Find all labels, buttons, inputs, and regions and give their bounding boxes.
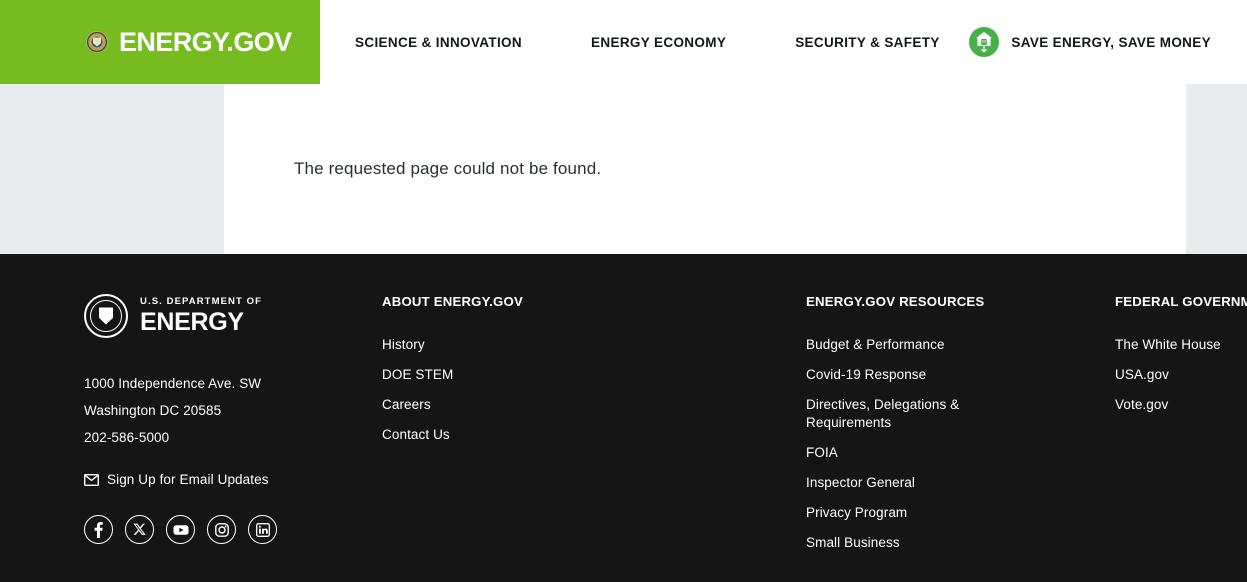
x-twitter-icon[interactable] — [125, 515, 154, 544]
envelope-icon — [84, 474, 99, 486]
footer-link-privacy-program[interactable]: Privacy Program — [806, 504, 1076, 522]
brand-logo-block[interactable]: ENERGY.GOV — [0, 0, 320, 84]
doe-seal-icon — [84, 294, 128, 338]
instagram-icon[interactable] — [207, 515, 236, 544]
footer-column-federal-government: FEDERAL GOVERNMENT The White House USA.g… — [1115, 294, 1247, 426]
email-signup-label: Sign Up for Email Updates — [107, 472, 269, 487]
footer-link-careers[interactable]: Careers — [382, 396, 642, 414]
address-phone: 202-586-5000 — [84, 430, 364, 445]
footer-link-inspector-general[interactable]: Inspector General — [806, 474, 1076, 492]
footer-agency-column: U.S. DEPARTMENT OF ENERGY 1000 Independe… — [84, 294, 364, 544]
page-body-background: The requested page could not be found. — [0, 84, 1247, 254]
page-not-found-message: The requested page could not be found. — [294, 159, 601, 179]
social-links — [84, 515, 364, 544]
site-footer: U.S. DEPARTMENT OF ENERGY 1000 Independe… — [0, 254, 1247, 582]
footer-column-resources: ENERGY.GOV RESOURCES Budget & Performanc… — [806, 294, 1076, 564]
address-city-state-zip: Washington DC 20585 — [84, 403, 364, 418]
department-label: U.S. DEPARTMENT OF — [140, 297, 262, 307]
page-root: ENERGY.GOV SCIENCE & INNOVATION ENERGY E… — [0, 0, 1247, 582]
energy-wordmark: ENERGY — [140, 310, 262, 335]
footer-link-small-business[interactable]: Small Business — [806, 534, 1076, 552]
brand-title: ENERGY.GOV — [119, 29, 292, 56]
footer-column-about: ABOUT ENERGY.GOV History DOE STEM Career… — [382, 294, 642, 456]
footer-link-foia[interactable]: FOIA — [806, 444, 1076, 462]
footer-link-the-white-house[interactable]: The White House — [1115, 336, 1247, 354]
doe-footer-lockup[interactable]: U.S. DEPARTMENT OF ENERGY — [84, 294, 364, 338]
footer-link-budget-performance[interactable]: Budget & Performance — [806, 336, 1076, 354]
facebook-icon[interactable] — [84, 515, 113, 544]
footer-link-vote-gov[interactable]: Vote.gov — [1115, 396, 1247, 414]
nav-item-energy-economy[interactable]: ENERGY ECONOMY — [591, 35, 726, 50]
nav-item-security-safety[interactable]: SECURITY & SAFETY — [795, 35, 939, 50]
youtube-icon[interactable] — [166, 515, 195, 544]
footer-link-covid-19-response[interactable]: Covid-19 Response — [806, 366, 1076, 384]
content-card: The requested page could not be found. — [224, 84, 1186, 254]
footer-link-contact-us[interactable]: Contact Us — [382, 426, 642, 444]
footer-link-usa-gov[interactable]: USA.gov — [1115, 366, 1247, 384]
agency-address: 1000 Independence Ave. SW Washington DC … — [84, 376, 364, 445]
email-signup-link[interactable]: Sign Up for Email Updates — [84, 472, 364, 487]
doe-seal-icon — [86, 31, 108, 53]
footer-heading-resources: ENERGY.GOV RESOURCES — [806, 294, 1076, 309]
house-plug-icon — [969, 27, 999, 57]
address-street: 1000 Independence Ave. SW — [84, 376, 364, 391]
footer-heading-about: ABOUT ENERGY.GOV — [382, 294, 642, 309]
footer-link-history[interactable]: History — [382, 336, 642, 354]
footer-link-doe-stem[interactable]: DOE STEM — [382, 366, 642, 384]
site-header: ENERGY.GOV SCIENCE & INNOVATION ENERGY E… — [0, 0, 1247, 84]
save-energy-save-money-link[interactable]: SAVE ENERGY, SAVE MONEY — [969, 0, 1211, 84]
footer-heading-federal-government: FEDERAL GOVERNMENT — [1115, 294, 1247, 309]
save-energy-label: SAVE ENERGY, SAVE MONEY — [1011, 35, 1211, 50]
nav-item-science-innovation[interactable]: SCIENCE & INNOVATION — [355, 35, 522, 50]
footer-link-directives-delegations[interactable]: Directives, Delegations & Requirements — [806, 396, 971, 432]
main-navigation: SCIENCE & INNOVATION ENERGY ECONOMY SECU… — [320, 0, 940, 84]
linkedin-icon[interactable] — [248, 515, 277, 544]
